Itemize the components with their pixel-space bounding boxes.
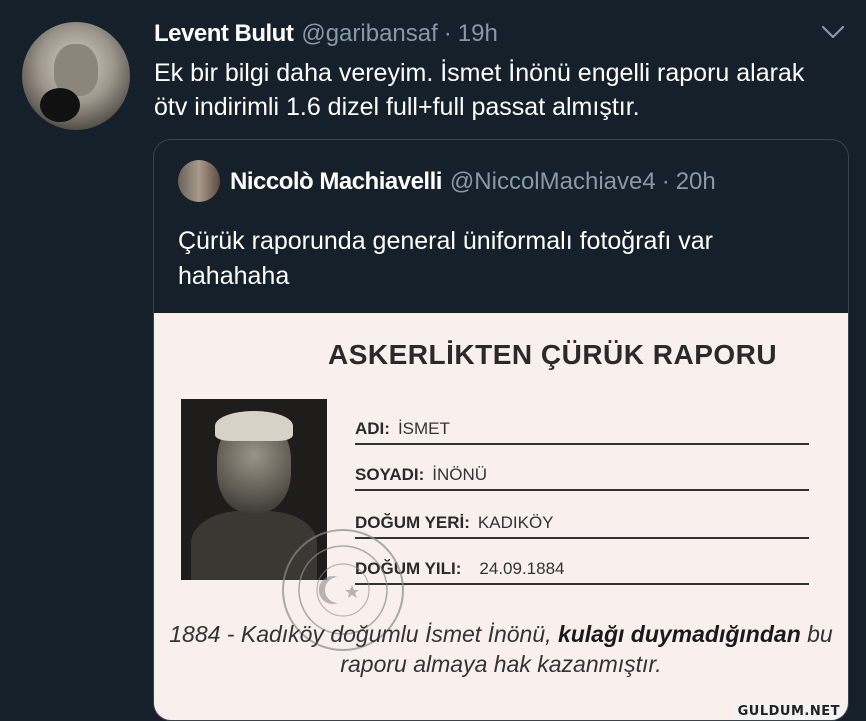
quoted-author-avatar[interactable] (178, 160, 220, 202)
chevron-down-icon[interactable] (820, 22, 846, 42)
field-label: SOYADI: (355, 465, 425, 484)
field-birthplace: DOĞUM YERİ: KADIKÖY (355, 503, 809, 539)
author-avatar[interactable] (22, 22, 130, 130)
quoted-author-name[interactable]: Niccolò Machiavelli (230, 168, 442, 196)
quoted-tweet-text: Çürük raporunda general üniformalı fotoğ… (178, 227, 714, 290)
quoted-author-handle[interactable]: @NiccolMachiave4 (450, 168, 656, 196)
field-name: ADI: İSMET (355, 409, 809, 445)
caption-bold-text: kulağı duymadığından (557, 621, 801, 647)
avatar-cat (40, 88, 80, 122)
document-title: ASKERLİKTEN ÇÜRÜK RAPORU (328, 339, 778, 370)
field-surname: SOYADI: İNÖNÜ (355, 455, 809, 491)
quoted-separator-dot: · (661, 168, 670, 195)
caption-text-1: 1884 - Kadıköy doğumlu İsmet İnönü, (169, 621, 558, 647)
field-value: İSMET (397, 419, 450, 438)
author-name[interactable]: Levent Bulut (154, 20, 294, 48)
document-caption: 1884 - Kadıköy doğumlu İsmet İnönü, kula… (154, 619, 848, 679)
watermark: GULDUM.NET (733, 703, 844, 720)
field-value: İNÖNÜ (432, 465, 488, 484)
photo-hair (215, 411, 293, 441)
tweet-text: Ek bir bilgi daha vereyim. İsmet İnönü e… (154, 59, 805, 121)
tweet-time[interactable]: 19h (458, 20, 498, 48)
quoted-tweet-header: Niccolò Machiavelli @NiccolMachiave4 · 2… (230, 162, 716, 202)
field-value: 24.09.1884 (479, 559, 565, 578)
author-handle[interactable]: @garibansaf (301, 20, 437, 48)
separator-dot: · (443, 20, 452, 47)
field-label: ADI: (355, 419, 390, 438)
quoted-tweet-time[interactable]: 20h (676, 168, 716, 196)
attached-image[interactable]: ASKERLİKTEN ÇÜRÜK RAPORU ADI: İSMET SOYA… (154, 313, 848, 720)
tweet-header: Levent Bulut @garibansaf · 19h (154, 14, 836, 54)
quoted-tweet[interactable]: Niccolò Machiavelli @NiccolMachiave4 · 2… (153, 139, 849, 721)
field-birthyear: DOĞUM YILI: 24.09.1884 (355, 549, 809, 585)
field-value: KADIKÖY (477, 513, 554, 532)
